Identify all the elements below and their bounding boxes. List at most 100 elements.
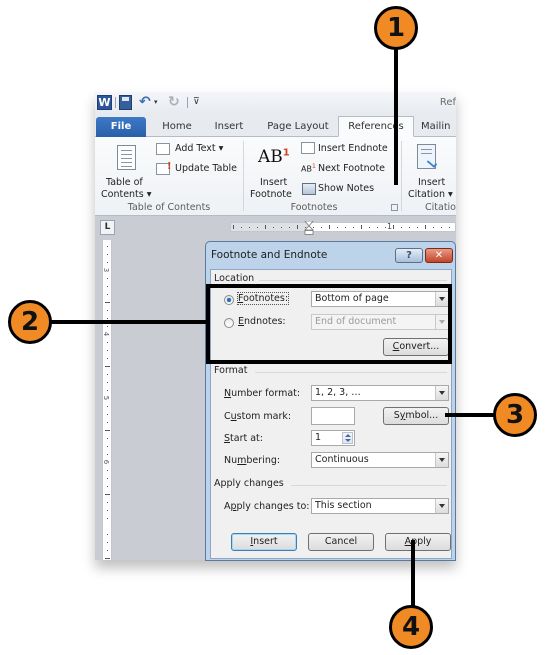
tab-file[interactable]: File <box>96 117 146 137</box>
numbering-select[interactable]: Continuous <box>311 452 449 468</box>
apply-changes-section-label: Apply changes <box>214 478 284 489</box>
tab-references[interactable]: References <box>338 116 414 137</box>
insert-footnote-label-line2: Footnote <box>250 189 292 200</box>
group-label-footnotes: Footnotes <box>290 202 338 213</box>
numbering-label: Numbering: <box>224 455 281 466</box>
tab-home[interactable]: Home <box>153 117 201 137</box>
toc-label-line2: Contents ▾ <box>101 189 152 200</box>
ruler-tick <box>393 225 394 229</box>
callout-1-line <box>394 45 398 185</box>
close-button[interactable]: ✕ <box>425 248 453 263</box>
ruler-tick <box>107 326 108 327</box>
chevron-down-icon[interactable] <box>435 386 448 400</box>
chevron-down-icon[interactable] <box>435 453 448 467</box>
cancel-button[interactable]: Cancel <box>308 533 374 551</box>
numbering-value: Continuous <box>315 454 369 465</box>
number-format-select[interactable]: 1, 2, 3, … <box>311 385 449 401</box>
insert-footnote-icon: AB1 <box>258 147 290 167</box>
apply-changes-to-select[interactable]: This section <box>311 498 449 514</box>
ruler-tick <box>107 534 108 535</box>
footnotes-dialog-launcher[interactable] <box>391 204 398 211</box>
group-divider <box>401 141 402 211</box>
ruler-tick <box>257 227 258 228</box>
table-of-contents-icon <box>117 145 136 170</box>
spinner-arrows-icon[interactable] <box>342 432 353 444</box>
ribbon: Table of Contents ▾ Add Text ▾ ! Update … <box>95 137 456 216</box>
close-icon: ✕ <box>434 250 444 261</box>
symbol-button[interactable]: Symbol... <box>383 407 449 425</box>
tab-insert[interactable]: Insert <box>205 117 253 137</box>
ruler-tick <box>241 227 242 228</box>
ruler-tick <box>249 227 250 228</box>
callout-2: 2 <box>8 300 52 344</box>
ruler-tick <box>107 470 108 471</box>
insert-citation-label-line2: Citation ▾ <box>408 189 453 200</box>
ruler-tick <box>107 374 108 375</box>
ruler-tick <box>289 227 290 228</box>
vertical-ruler[interactable]: 3 4 5 6 <box>102 240 112 560</box>
undo-icon[interactable]: ↶ <box>139 95 153 110</box>
ruler-tick <box>107 542 108 543</box>
ruler-tick <box>107 454 108 455</box>
ruler-tick <box>321 227 322 228</box>
word-app-icon[interactable]: W <box>97 95 112 110</box>
ruler-tick <box>297 225 298 229</box>
section-divider <box>259 280 447 281</box>
update-table-label: Update Table <box>175 163 237 174</box>
ruler-number: 6 <box>102 459 111 465</box>
dialog-title: Footnote and Endnote <box>211 249 328 261</box>
update-warning-icon: ! <box>167 161 172 172</box>
format-section-label: Format <box>214 365 248 376</box>
horizontal-ruler[interactable]: 1 <box>230 221 456 235</box>
apply-changes-to-label: Apply changes to: <box>224 501 310 512</box>
help-button[interactable]: ? <box>395 248 423 263</box>
ruler-tick <box>337 227 338 228</box>
indent-marker-icon[interactable] <box>304 221 314 235</box>
callout-4-line <box>411 540 415 610</box>
redo-icon[interactable]: ↻ <box>168 95 182 110</box>
group-label-citations: Citatio <box>425 202 456 213</box>
insert-button[interactable]: Insert <box>231 533 297 551</box>
ruler-tick <box>107 254 108 255</box>
ruler-number: 5 <box>102 395 111 401</box>
ruler-tick <box>107 422 108 423</box>
ruler-number: 1 <box>387 222 393 231</box>
tab-page-layout[interactable]: Page Layout <box>261 117 335 137</box>
ruler-number: 4 <box>102 331 111 337</box>
ruler-number: 3 <box>102 267 111 273</box>
customize-toolbar-icon[interactable]: ⊽ <box>193 95 201 110</box>
group-label-toc: Table of Contents <box>127 202 211 213</box>
ruler-tick <box>449 227 450 228</box>
tab-mailings[interactable]: Mailin <box>421 117 456 137</box>
ruler-tick <box>233 225 234 229</box>
insert-endnote-icon <box>301 142 315 154</box>
ruler-tick <box>107 406 108 407</box>
ruler-tick <box>361 225 362 229</box>
ruler-tick <box>107 262 108 263</box>
ruler-tick <box>105 430 110 431</box>
ruler-tick <box>377 227 378 228</box>
quick-access-toolbar: W ↶ ▾ ↻ ⊽ Ref <box>95 92 456 114</box>
toc-label-line1: Table of <box>106 177 143 188</box>
ruler-tick <box>105 302 110 303</box>
ruler-tick <box>433 227 434 228</box>
ruler-tick <box>107 446 108 447</box>
ruler-tick <box>107 486 108 487</box>
ruler-tick <box>107 246 108 247</box>
custom-mark-input[interactable] <box>311 407 355 425</box>
start-at-stepper[interactable]: 1 <box>311 430 355 446</box>
ruler-tick <box>345 227 346 228</box>
ruler-tick <box>417 227 418 228</box>
separator <box>187 97 188 108</box>
save-icon[interactable] <box>119 95 132 110</box>
ruler-tick <box>107 390 108 391</box>
undo-dropdown-icon[interactable]: ▾ <box>154 95 160 110</box>
apply-changes-to-value: This section <box>315 500 372 511</box>
ruler-tick <box>329 225 330 229</box>
chevron-down-icon[interactable] <box>435 499 448 513</box>
tab-selector-icon[interactable]: L <box>100 220 115 235</box>
ruler-tick <box>401 227 402 228</box>
apply-button[interactable]: Apply <box>385 533 451 551</box>
insert-citation-label-line1: Insert <box>418 177 446 188</box>
ruler-tick <box>107 342 108 343</box>
